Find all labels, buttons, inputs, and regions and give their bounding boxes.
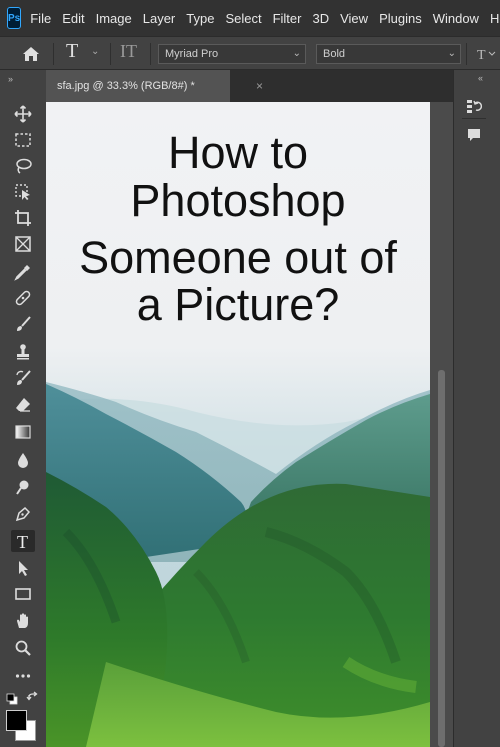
- comments-panel-icon[interactable]: [462, 124, 486, 146]
- menu-window[interactable]: Window: [433, 11, 479, 26]
- font-family-value: Myriad Pro: [165, 48, 219, 60]
- menu-file[interactable]: File: [30, 11, 51, 26]
- type-icon[interactable]: T: [11, 530, 35, 552]
- title-line-4: a Picture?: [136, 279, 340, 330]
- font-size-icon[interactable]: T: [471, 44, 500, 64]
- svg-text:T: T: [17, 532, 28, 550]
- menu-type[interactable]: Type: [186, 11, 214, 26]
- options-bar: T ⌄ IT Myriad Pro ⌄ Bold ⌄ T: [0, 36, 500, 70]
- svg-text:T: T: [477, 48, 486, 63]
- right-panel-dock: [453, 70, 500, 747]
- rectangle-icon[interactable]: [11, 583, 35, 605]
- divider: [53, 43, 54, 65]
- eraser-icon[interactable]: [11, 394, 35, 416]
- text-orientation-icon[interactable]: IT: [120, 41, 137, 62]
- marquee-icon[interactable]: [11, 129, 35, 151]
- title-line-1: How to: [167, 127, 309, 178]
- menu-image[interactable]: Image: [96, 11, 132, 26]
- menu-3d[interactable]: 3D: [312, 11, 329, 26]
- menu-filter[interactable]: Filter: [273, 11, 302, 26]
- chevron-down-icon: ⌄: [447, 48, 456, 59]
- document-tab-label: sfa.jpg @ 33.3% (RGB/8#) *: [57, 80, 195, 92]
- font-style-value: Bold: [323, 48, 346, 60]
- home-icon[interactable]: [20, 43, 42, 65]
- menu-bar: Ps File Edit Image Layer Type Select Fil…: [0, 0, 500, 36]
- pen-icon[interactable]: [11, 503, 35, 525]
- gradient-icon[interactable]: [11, 421, 35, 443]
- menu-plugins[interactable]: Plugins: [379, 11, 422, 26]
- type-tool-preset-icon[interactable]: T: [66, 40, 78, 63]
- photoshop-logo: Ps: [7, 7, 22, 29]
- swap-colors-icon[interactable]: [26, 691, 40, 705]
- clone-stamp-icon[interactable]: [11, 341, 35, 363]
- font-style-select[interactable]: Bold ⌄: [316, 44, 461, 64]
- dodge-icon[interactable]: [11, 476, 35, 498]
- object-select-icon[interactable]: [11, 181, 35, 203]
- healing-brush-icon[interactable]: [11, 287, 35, 309]
- scrollbar-thumb[interactable]: [438, 370, 445, 747]
- menu-select[interactable]: Select: [225, 11, 261, 26]
- close-icon[interactable]: ×: [256, 70, 263, 102]
- tools-panel: T: [0, 92, 46, 747]
- document-tab-bar: sfa.jpg @ 33.3% (RGB/8#) * ×: [46, 70, 453, 102]
- chevron-down-icon[interactable]: ⌄: [91, 46, 99, 57]
- toolbar-header: ››: [0, 70, 46, 92]
- title-line-3: Someone out of: [79, 232, 397, 283]
- history-panel-icon[interactable]: [462, 95, 486, 117]
- more-tools-icon[interactable]: [11, 664, 35, 686]
- document-tab[interactable]: sfa.jpg @ 33.3% (RGB/8#) *: [46, 70, 230, 102]
- menu-layer[interactable]: Layer: [143, 11, 176, 26]
- default-colors-icon[interactable]: [6, 692, 18, 705]
- menu-edit[interactable]: Edit: [62, 11, 84, 26]
- lasso-icon[interactable]: [11, 155, 35, 177]
- vertical-scrollbar[interactable]: [430, 102, 453, 747]
- menu-help[interactable]: He: [490, 11, 500, 26]
- crop-icon[interactable]: [11, 207, 35, 229]
- brush-icon[interactable]: [11, 313, 35, 335]
- eyedropper-icon[interactable]: [11, 261, 35, 283]
- history-brush-icon[interactable]: [11, 367, 35, 389]
- divider: [462, 118, 486, 119]
- path-select-icon[interactable]: [11, 557, 35, 579]
- title-line-2: Photoshop: [130, 175, 346, 226]
- blur-icon[interactable]: [11, 449, 35, 471]
- move-icon[interactable]: [11, 103, 35, 125]
- hand-icon[interactable]: [11, 610, 35, 632]
- divider: [466, 43, 467, 65]
- chevron-down-icon: ⌄: [292, 48, 301, 59]
- foreground-color-swatch[interactable]: [6, 710, 27, 731]
- collapse-panel-icon[interactable]: ‹‹: [478, 73, 483, 83]
- divider: [150, 43, 151, 65]
- font-family-select[interactable]: Myriad Pro ⌄: [158, 44, 306, 64]
- divider: [110, 43, 111, 65]
- expand-panel-icon[interactable]: ››: [8, 74, 13, 84]
- zoom-icon[interactable]: [11, 637, 35, 659]
- frame-icon[interactable]: [11, 233, 35, 255]
- menu-view[interactable]: View: [340, 11, 368, 26]
- canvas[interactable]: How to Photoshop Someone out of a Pictur…: [46, 102, 430, 747]
